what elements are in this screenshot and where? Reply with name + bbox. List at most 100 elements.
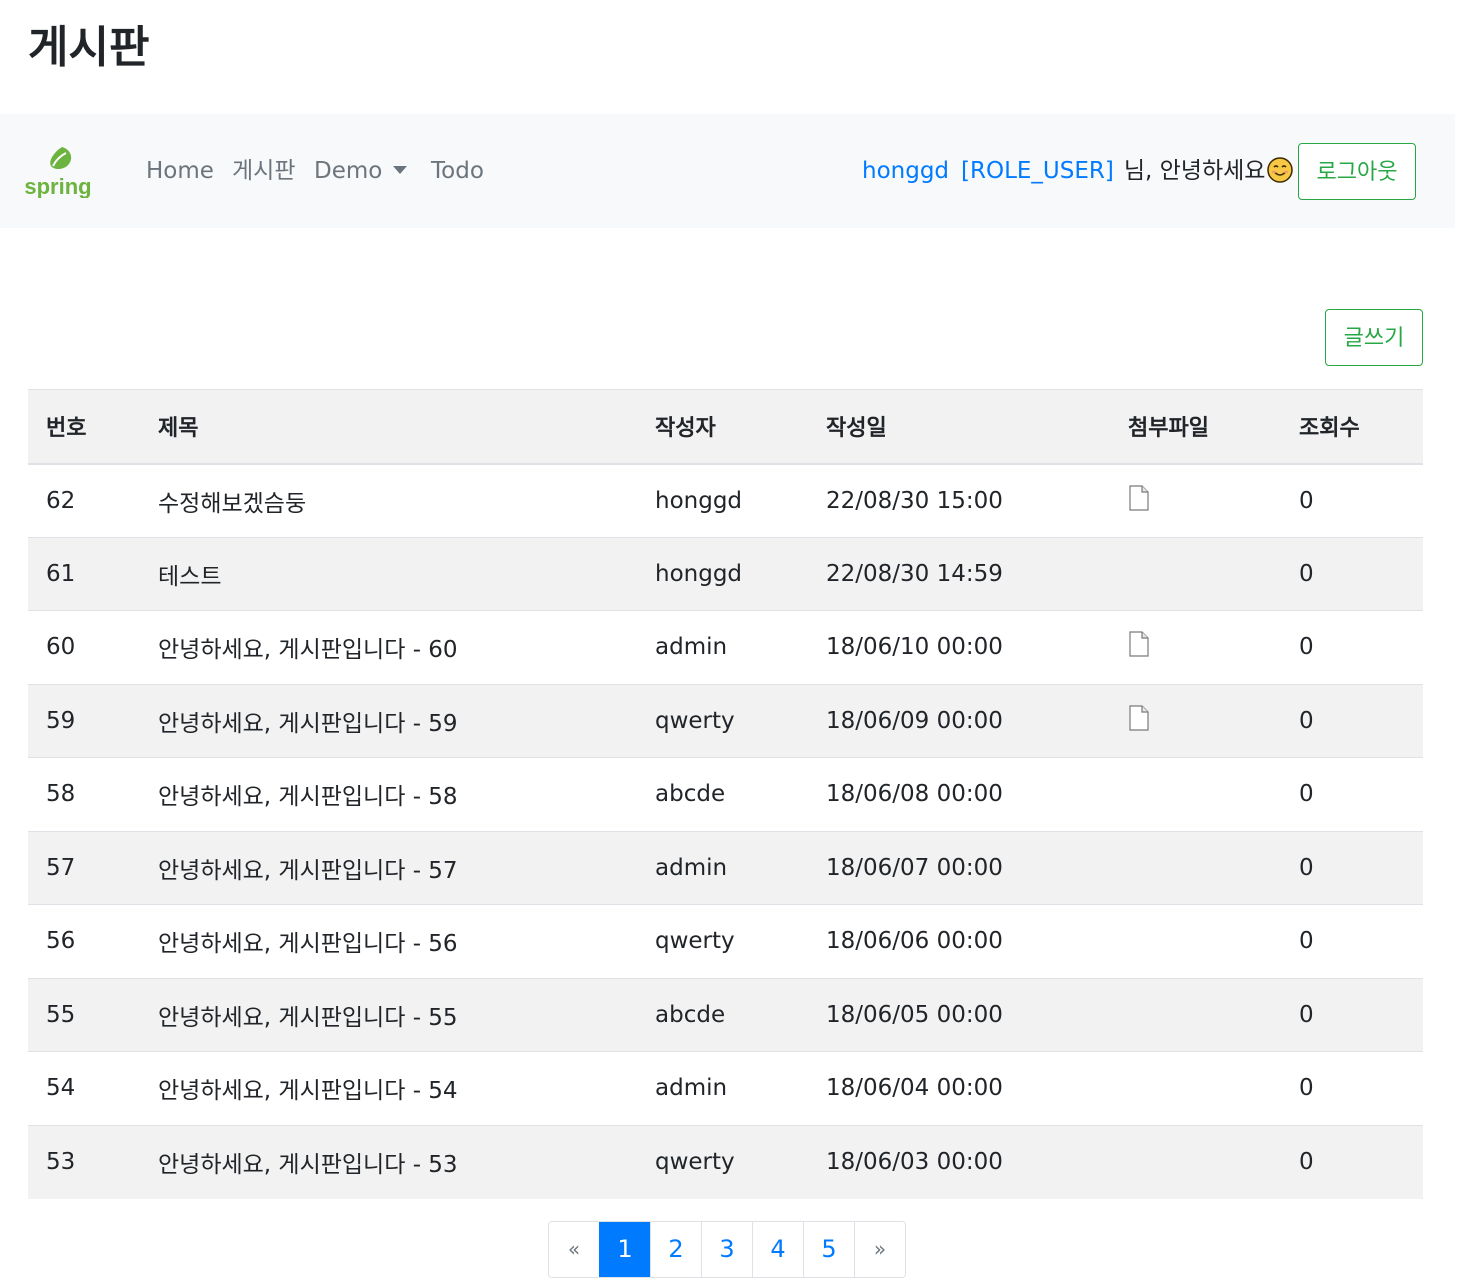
cell-writer: admin [637, 610, 808, 684]
table-row[interactable]: 54 안녕하세요, 게시판입니다 - 54 admin 18/06/04 00:00 0 [28, 1051, 1423, 1125]
board-table: 번호 제목 작성자 작성일 첨부파일 조회수 62 수정해보겠슴둥 honggd 22… [28, 389, 1423, 1199]
table-row[interactable]: 56 안녕하세요, 게시판입니다 - 56 qwerty 18/06/06 00:00… [28, 904, 1423, 978]
page-title: 게시판 [28, 22, 150, 73]
cell-date: 18/06/07 00:00 [808, 830, 1110, 905]
table-row[interactable]: 62 수정해보겠슴둥 honggd 22/08/30 15:00 0 [28, 463, 1423, 537]
cell-writer: qwerty [637, 1124, 808, 1199]
cell-title[interactable]: 안녕하세요, 게시판입니다 - 57 [140, 830, 637, 905]
cell-attachment [1110, 536, 1281, 611]
cell-views: 0 [1281, 683, 1423, 758]
cell-date: 18/06/09 00:00 [808, 683, 1110, 758]
cell-date: 18/06/03 00:00 [808, 1124, 1110, 1199]
spring-leaf-icon: spring [24, 147, 92, 199]
file-icon[interactable] [1128, 484, 1150, 517]
navbar: spring Home 게시판 Demo Todo honggd [ROLE_US… [0, 114, 1455, 228]
cell-attachment [1110, 904, 1281, 978]
cell-title[interactable]: 안녕하세요, 게시판입니다 - 60 [140, 610, 637, 684]
cell-views: 0 [1281, 757, 1423, 831]
logout-button[interactable]: 로그아웃 [1298, 143, 1416, 200]
cell-attachment [1110, 977, 1281, 1052]
cell-attachment [1110, 463, 1281, 537]
cell-views: 0 [1281, 977, 1423, 1052]
brand-logo[interactable]: spring [22, 146, 94, 199]
table-row[interactable]: 60 안녕하세요, 게시판입니다 - 60 admin 18/06/10 00:00 0 [28, 610, 1423, 684]
cell-writer: abcde [637, 757, 808, 831]
cell-views: 0 [1281, 1051, 1423, 1125]
cell-title[interactable]: 안녕하세요, 게시판입니다 - 53 [140, 1124, 637, 1199]
cell-title[interactable]: 테스트 [140, 536, 637, 611]
cell-writer: qwerty [637, 904, 808, 978]
user-greeting: honggd [ROLE_USER] 님, 안녕하세요 [862, 154, 1294, 193]
cell-views: 0 [1281, 904, 1423, 978]
cell-views: 0 [1281, 536, 1423, 611]
table-row[interactable]: 57 안녕하세요, 게시판입니다 - 57 admin 18/06/07 00:00 0 [28, 830, 1423, 905]
cell-attachment [1110, 683, 1281, 758]
col-attachment: 첨부파일 [1110, 389, 1281, 465]
cell-attachment [1110, 610, 1281, 684]
chevron-down-icon[interactable] [393, 166, 407, 174]
table-row[interactable]: 61 테스트 honggd 22/08/30 14:59 0 [28, 536, 1423, 611]
cell-title[interactable]: 안녕하세요, 게시판입니다 - 54 [140, 1051, 637, 1125]
cell-writer: admin [637, 1051, 808, 1125]
page-link-3[interactable]: 3 [701, 1222, 752, 1277]
cell-views: 0 [1281, 610, 1423, 684]
nav-home[interactable]: Home [146, 154, 214, 188]
table-row[interactable]: 58 안녕하세요, 게시판입니다 - 58 abcde 18/06/08 00:00 0 [28, 757, 1423, 831]
cell-no: 60 [28, 610, 140, 684]
write-post-button[interactable]: 글쓰기 [1325, 309, 1423, 366]
col-no: 번호 [28, 389, 140, 465]
greeting-text: 님, 안녕하세요 [1123, 158, 1266, 184]
cell-writer: abcde [637, 977, 808, 1052]
svg-text:spring: spring [24, 174, 91, 198]
cell-writer: honggd [637, 536, 808, 611]
cell-attachment [1110, 1051, 1281, 1125]
cell-views: 0 [1281, 830, 1423, 905]
cell-date: 18/06/08 00:00 [808, 757, 1110, 831]
table-row[interactable]: 55 안녕하세요, 게시판입니다 - 55 abcde 18/06/05 00:00 0 [28, 977, 1423, 1052]
cell-views: 0 [1281, 463, 1423, 537]
table-row[interactable]: 53 안녕하세요, 게시판입니다 - 53 qwerty 18/06/03 00:00… [28, 1124, 1423, 1199]
user-role: [ROLE_USER] [961, 158, 1114, 184]
cell-no: 54 [28, 1051, 140, 1125]
cell-date: 18/06/05 00:00 [808, 977, 1110, 1052]
nav-demo[interactable]: Demo [314, 154, 382, 188]
cell-no: 55 [28, 977, 140, 1052]
cell-attachment [1110, 830, 1281, 905]
table-row[interactable]: 59 안녕하세요, 게시판입니다 - 59 qwerty 18/06/09 00:00… [28, 683, 1423, 758]
cell-no: 56 [28, 904, 140, 978]
cell-no: 61 [28, 536, 140, 611]
pagination-next[interactable]: » [854, 1222, 905, 1277]
col-title: 제목 [140, 389, 637, 465]
cell-writer: admin [637, 830, 808, 905]
cell-date: 22/08/30 15:00 [808, 463, 1110, 537]
cell-title[interactable]: 수정해보겠슴둥 [140, 463, 637, 537]
username-link[interactable]: honggd [862, 158, 949, 184]
cell-date: 18/06/10 00:00 [808, 610, 1110, 684]
cell-writer: qwerty [637, 683, 808, 758]
col-date: 작성일 [808, 389, 1110, 465]
file-icon[interactable] [1128, 631, 1150, 663]
cell-no: 53 [28, 1124, 140, 1199]
nav-todo[interactable]: Todo [431, 154, 484, 188]
cell-no: 57 [28, 830, 140, 905]
cell-title[interactable]: 안녕하세요, 게시판입니다 - 58 [140, 757, 637, 831]
cell-date: 22/08/30 14:59 [808, 536, 1110, 611]
cell-attachment [1110, 757, 1281, 831]
pagination-prev[interactable]: « [549, 1222, 599, 1277]
cell-writer: honggd [637, 463, 808, 537]
page-link-5[interactable]: 5 [803, 1222, 854, 1277]
col-views: 조회수 [1281, 389, 1423, 465]
page-link-1[interactable]: 1 [599, 1222, 650, 1277]
cell-no: 62 [28, 463, 140, 537]
cell-title[interactable]: 안녕하세요, 게시판입니다 - 55 [140, 977, 637, 1052]
file-icon[interactable] [1128, 705, 1150, 737]
cell-views: 0 [1281, 1124, 1423, 1199]
cell-date: 18/06/04 00:00 [808, 1051, 1110, 1125]
table-header-row: 번호 제목 작성자 작성일 첨부파일 조회수 [28, 389, 1423, 465]
nav-board[interactable]: 게시판 [232, 154, 295, 188]
page-link-4[interactable]: 4 [752, 1222, 803, 1277]
cell-title[interactable]: 안녕하세요, 게시판입니다 - 59 [140, 683, 637, 758]
cell-title[interactable]: 안녕하세요, 게시판입니다 - 56 [140, 904, 637, 978]
page-link-2[interactable]: 2 [650, 1222, 701, 1277]
smiley-icon [1267, 157, 1294, 193]
